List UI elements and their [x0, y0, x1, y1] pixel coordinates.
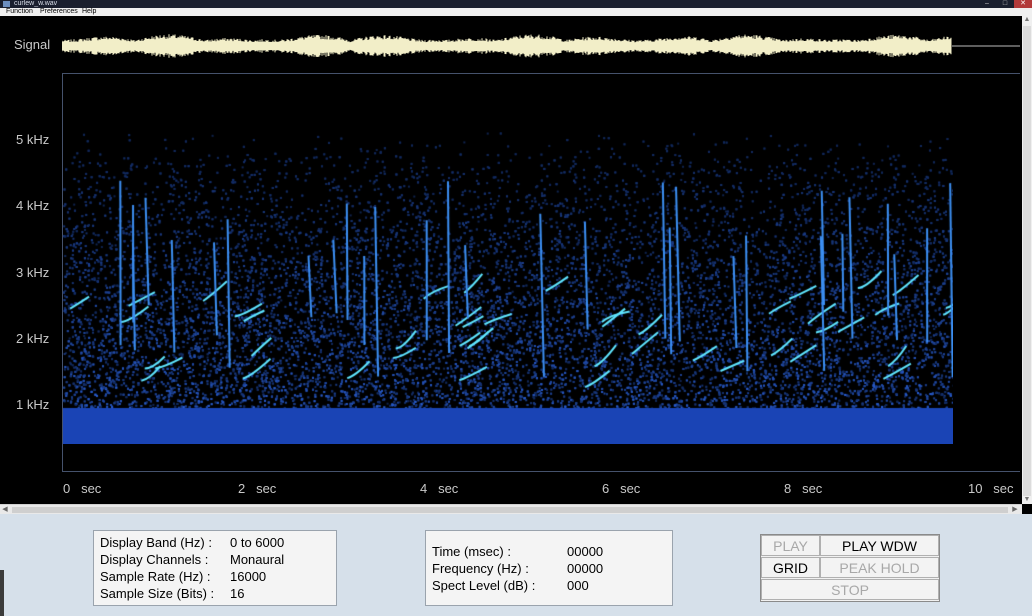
cursor-info-box: Time (msec) : 00000 Frequency (Hz) : 000… — [425, 530, 673, 606]
sample-rate-label: Sample Rate (Hz) : — [100, 569, 211, 584]
control-panel: Display Band (Hz) : 0 to 6000 Display Ch… — [0, 514, 1032, 616]
stop-button[interactable]: STOP — [761, 579, 939, 600]
y-tick-label: 2 kHz — [16, 331, 50, 346]
scroll-down-icon[interactable]: ▼ — [1022, 496, 1032, 504]
x-tick-label: 0 sec — [63, 481, 102, 496]
peak-hold-button[interactable]: PEAK HOLD — [820, 557, 939, 578]
window-title: curlew_w.wav — [14, 0, 58, 7]
y-tick-label: 3 kHz — [16, 265, 50, 280]
x-tick-label: 10 sec — [968, 481, 1014, 496]
display-band-value: 0 to 6000 — [230, 535, 285, 550]
play-window-button[interactable]: PLAY WDW — [820, 535, 939, 556]
y-tick-label: 4 kHz — [16, 198, 50, 213]
vertical-scroll-thumb[interactable] — [1023, 26, 1031, 496]
minimize-button[interactable]: – — [978, 0, 996, 8]
signal-waveform — [62, 30, 1020, 62]
display-channels-value: Monaural — [230, 552, 285, 567]
signal-label: Signal — [14, 37, 51, 52]
frequency-label: Frequency (Hz) : — [432, 561, 529, 576]
sample-rate-value: 16000 — [230, 569, 267, 584]
time-value: 00000 — [567, 544, 604, 559]
signal-divider — [62, 73, 1020, 74]
display-band-label: Display Band (Hz) : — [100, 535, 212, 550]
x-tick-label: 6 sec — [602, 481, 641, 496]
y-axis-line — [62, 74, 63, 472]
sample-size-value: 16 — [230, 586, 245, 601]
menu-bar: Function Preferences Help — [0, 8, 1032, 16]
vertical-scrollbar[interactable]: ▲ ▼ — [1022, 16, 1032, 504]
window-controls: – □ ✕ — [978, 0, 1032, 8]
playback-controls: PLAY PLAY WDW GRID PEAK HOLD STOP — [760, 534, 940, 602]
window-edge — [0, 570, 4, 616]
sample-size-label: Sample Size (Bits) : — [100, 586, 215, 601]
spectrogram — [63, 132, 953, 444]
y-tick-label: 5 kHz — [16, 132, 50, 147]
scroll-up-icon[interactable]: ▲ — [1022, 16, 1032, 24]
display-info-box: Display Band (Hz) : 0 to 6000 Display Ch… — [93, 530, 337, 606]
app-icon — [3, 1, 10, 7]
analysis-display: Signal 5 kHz 4 kHz 3 kHz 2 kHz 1 kHz 0 s… — [0, 16, 1022, 504]
play-button[interactable]: PLAY — [761, 535, 820, 556]
x-axis-line — [62, 471, 1020, 472]
x-tick-label: 4 sec — [420, 481, 459, 496]
maximize-button[interactable]: □ — [996, 0, 1014, 8]
menu-help[interactable]: Help — [82, 8, 96, 16]
x-tick-label: 8 sec — [784, 481, 823, 496]
x-tick-label: 2 sec — [238, 481, 277, 496]
title-bar: curlew_w.wav – □ ✕ — [0, 0, 1032, 8]
frequency-value: 00000 — [567, 561, 604, 576]
grid-button[interactable]: GRID — [761, 557, 820, 578]
spect-level-label: Spect Level (dB) : — [432, 578, 536, 593]
horizontal-scroll-thumb[interactable] — [12, 507, 1008, 513]
display-channels-label: Display Channels : — [100, 552, 209, 567]
menu-function[interactable]: Function — [6, 8, 33, 16]
close-button[interactable]: ✕ — [1014, 0, 1032, 8]
menu-preferences[interactable]: Preferences — [40, 8, 78, 16]
time-label: Time (msec) : — [432, 544, 511, 559]
y-tick-label: 1 kHz — [16, 397, 50, 412]
spect-level-value: 000 — [567, 578, 589, 593]
